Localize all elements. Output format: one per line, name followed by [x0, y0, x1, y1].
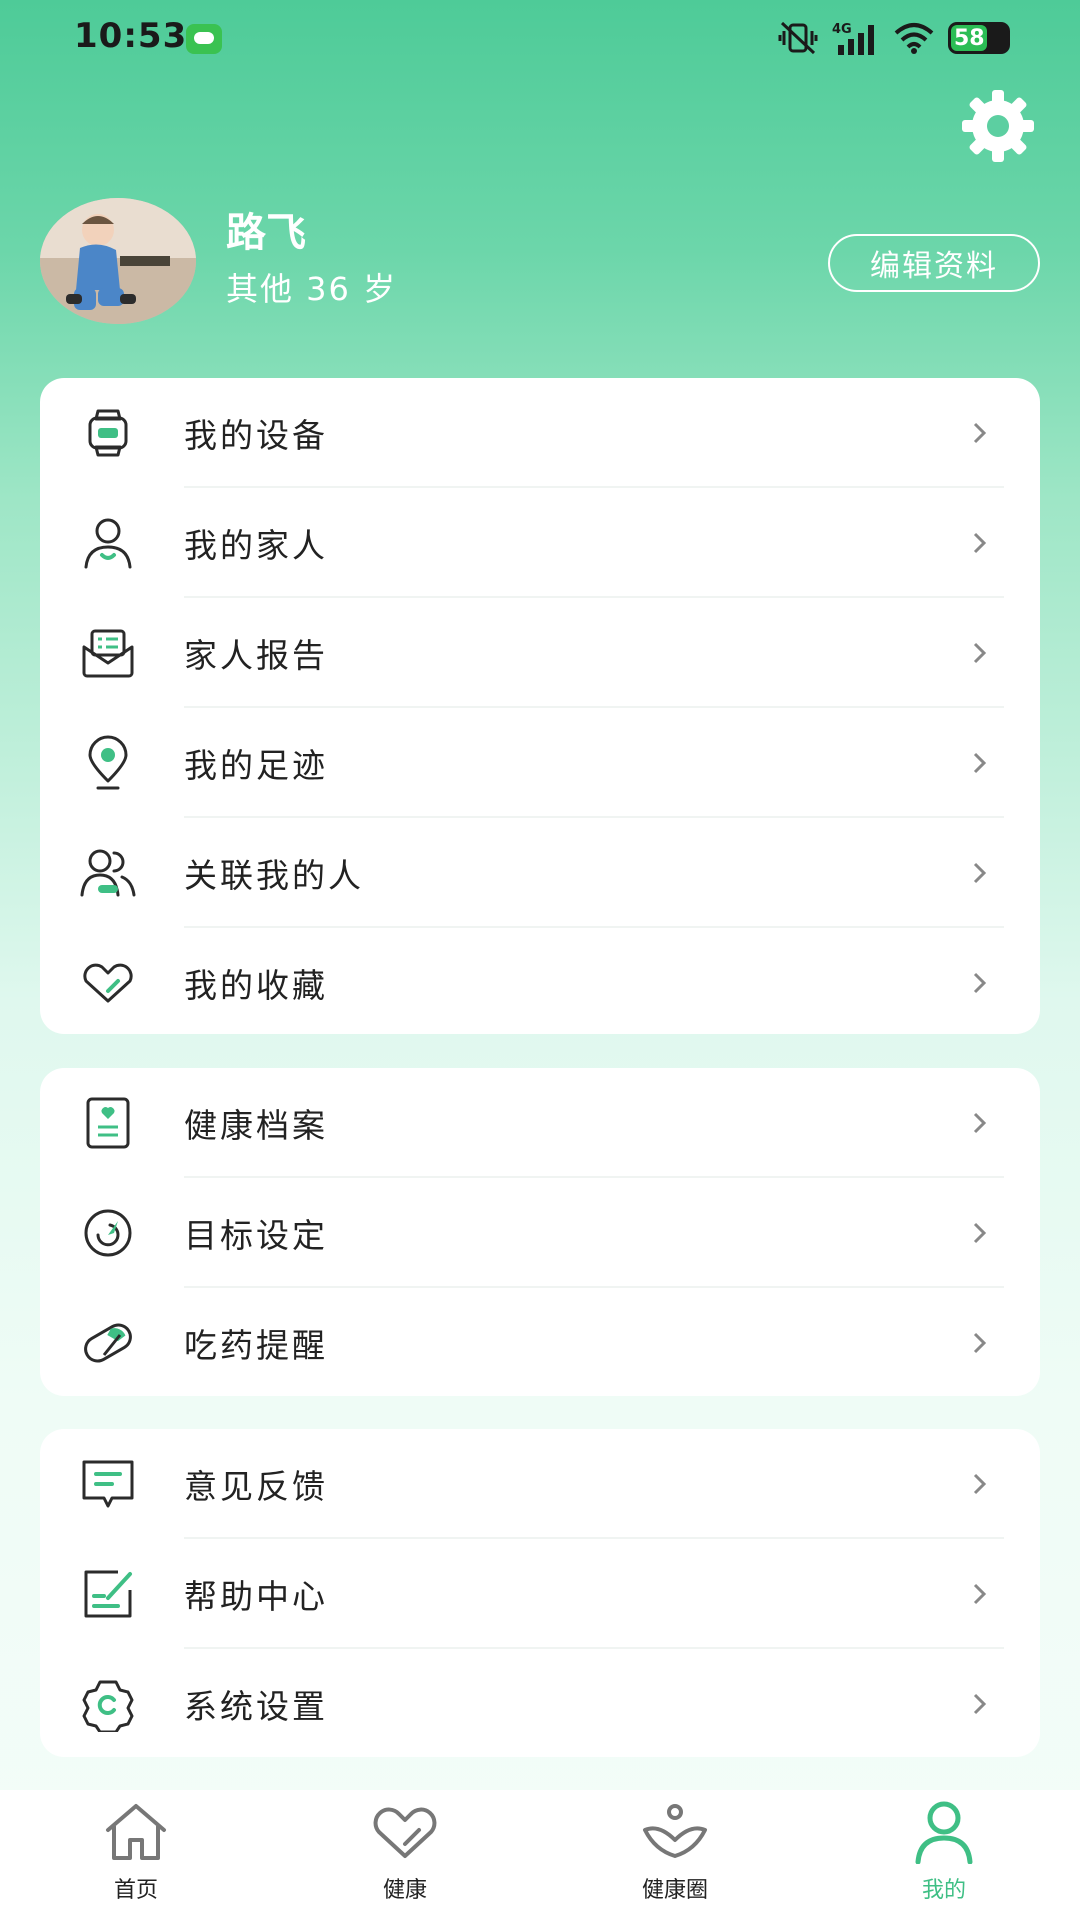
tab-label: 健康: [382, 1878, 427, 1903]
menu-item-label: 我的足迹: [184, 746, 328, 785]
settings-icon: [82, 1680, 134, 1732]
menu-card-health: 健康档案 目标设定 吃药提醒: [40, 1068, 1040, 1396]
home-icon: [106, 1804, 166, 1860]
menu-card-personal: 我的设备 我的家人 家人报告 我的足迹 关联我的人 我的收藏: [40, 378, 1040, 1034]
menu-item-linked-people[interactable]: 关联我的人: [40, 818, 1040, 928]
menu-item-system-settings[interactable]: 系统设置: [40, 1649, 1040, 1759]
tab-label: 首页: [113, 1878, 158, 1903]
menu-item-goal-setting[interactable]: 目标设定: [40, 1178, 1040, 1288]
menu-item-label: 系统设置: [184, 1687, 328, 1726]
menu-item-label: 目标设定: [184, 1216, 328, 1255]
profile-name: 路飞: [226, 210, 306, 256]
chevron-right-icon: [973, 1332, 987, 1354]
chevron-right-icon: [973, 1112, 987, 1134]
health-heart-icon: [373, 1807, 437, 1858]
message-notification-icon: [186, 24, 222, 54]
svg-text:4G: 4G: [832, 22, 852, 37]
battery-icon: 58: [948, 22, 1010, 54]
feedback-icon: [82, 1460, 134, 1508]
menu-item-family-report[interactable]: 家人报告: [40, 598, 1040, 708]
menu-item-label: 吃药提醒: [184, 1326, 328, 1365]
help-edit-icon: [84, 1570, 132, 1618]
chevron-right-icon: [973, 642, 987, 664]
menu-item-label: 健康档案: [184, 1106, 328, 1145]
settings-gear-icon[interactable]: [954, 82, 1042, 170]
person-icon: [915, 1801, 973, 1864]
vibrate-off-icon: [778, 21, 818, 55]
edit-profile-button[interactable]: 编辑资料: [828, 234, 1040, 292]
people-link-icon: [80, 849, 136, 897]
menu-item-feedback[interactable]: 意见反馈: [40, 1429, 1040, 1539]
status-icons: 4G 58: [778, 16, 1010, 60]
menu-item-health-record[interactable]: 健康档案: [40, 1068, 1040, 1178]
menu-item-label: 我的收藏: [184, 966, 328, 1005]
chevron-right-icon: [973, 972, 987, 994]
menu-item-label: 我的设备: [184, 416, 328, 455]
target-icon: [84, 1209, 132, 1257]
community-icon: [643, 1804, 707, 1858]
chevron-right-icon: [973, 1473, 987, 1495]
health-record-icon: [86, 1097, 130, 1149]
chevron-right-icon: [973, 1222, 987, 1244]
tab-home[interactable]: 首页: [66, 1800, 206, 1920]
watch-icon: [88, 409, 128, 457]
tab-health[interactable]: 健康: [335, 1800, 475, 1920]
chevron-right-icon: [973, 532, 987, 554]
status-bar: 10:53 4G 58: [0, 0, 1080, 80]
chevron-right-icon: [973, 1693, 987, 1715]
envelope-report-icon: [82, 629, 134, 678]
wifi-icon: [894, 23, 934, 54]
menu-item-label: 意见反馈: [184, 1467, 328, 1506]
menu-item-label: 家人报告: [184, 636, 328, 675]
tab-label: 我的: [921, 1878, 966, 1903]
location-pin-icon: [88, 735, 128, 790]
chevron-right-icon: [973, 422, 987, 444]
menu-item-medication-reminder[interactable]: 吃药提醒: [40, 1288, 1040, 1398]
menu-item-help-center[interactable]: 帮助中心: [40, 1539, 1040, 1649]
menu-item-my-devices[interactable]: 我的设备: [40, 378, 1040, 488]
profile-header: 路飞 其他 36 岁 编辑资料: [40, 198, 1040, 328]
bottom-tab-bar: 首页 健康 健康圈 我的: [0, 1790, 1080, 1920]
tab-mine[interactable]: 我的: [874, 1800, 1014, 1920]
menu-item-my-favorites[interactable]: 我的收藏: [40, 928, 1040, 1038]
chevron-right-icon: [973, 862, 987, 884]
avatar[interactable]: [40, 198, 196, 324]
status-time: 10:53: [74, 16, 188, 56]
profile-info: 其他 36 岁: [226, 270, 398, 308]
menu-item-my-footprint[interactable]: 我的足迹: [40, 708, 1040, 818]
battery-level: 58: [954, 25, 985, 51]
heart-icon: [83, 963, 133, 1003]
chevron-right-icon: [973, 752, 987, 774]
pill-icon: [84, 1323, 132, 1363]
chevron-right-icon: [973, 1583, 987, 1605]
signal-icon: 4G: [832, 22, 874, 55]
menu-item-label: 关联我的人: [184, 856, 364, 895]
person-heart-icon: [84, 518, 132, 569]
menu-card-support: 意见反馈 帮助中心 系统设置: [40, 1429, 1040, 1757]
menu-item-my-family[interactable]: 我的家人: [40, 488, 1040, 598]
tab-health-circle[interactable]: 健康圈: [605, 1800, 745, 1920]
menu-item-label: 帮助中心: [184, 1577, 328, 1616]
tab-label: 健康圈: [641, 1878, 708, 1903]
menu-item-label: 我的家人: [184, 526, 328, 565]
